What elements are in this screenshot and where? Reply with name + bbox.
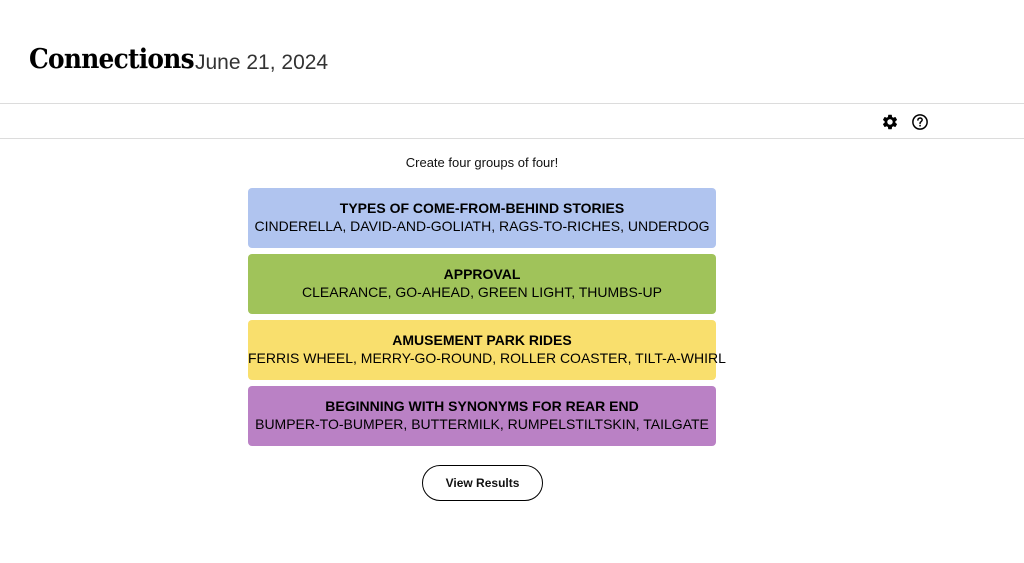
solved-groups: TYPES OF COME-FROM-BEHIND STORIES CINDER…	[248, 188, 726, 452]
gear-icon[interactable]	[881, 113, 899, 131]
group-members: BUMPER-TO-BUMPER, BUTTERMILK, RUMPELSTIL…	[255, 416, 709, 432]
solved-group: TYPES OF COME-FROM-BEHIND STORIES CINDER…	[248, 188, 716, 248]
page-title: Connections	[29, 44, 195, 75]
group-members: CLEARANCE, GO-AHEAD, GREEN LIGHT, THUMBS…	[302, 284, 662, 300]
solved-group: BEGINNING WITH SYNONYMS FOR REAR END BUM…	[248, 386, 716, 446]
view-results-button[interactable]: View Results	[422, 465, 543, 501]
page-header: Connections June 21, 2024	[0, 0, 1024, 104]
toolbar	[0, 104, 1024, 139]
help-icon[interactable]	[911, 113, 929, 131]
group-members: CINDERELLA, DAVID-AND-GOLIATH, RAGS-TO-R…	[254, 218, 710, 234]
group-category-title: APPROVAL	[443, 266, 521, 282]
instructions-text: Create four groups of four!	[405, 155, 559, 170]
solved-group: AMUSEMENT PARK RIDES FERRIS WHEEL, MERRY…	[248, 320, 726, 380]
group-members: FERRIS WHEEL, MERRY-GO-ROUND, ROLLER COA…	[248, 350, 726, 366]
solved-group: APPROVAL CLEARANCE, GO-AHEAD, GREEN LIGH…	[248, 254, 716, 314]
group-category-title: BEGINNING WITH SYNONYMS FOR REAR END	[325, 398, 639, 414]
group-category-title: TYPES OF COME-FROM-BEHIND STORIES	[339, 200, 625, 216]
puzzle-date: June 21, 2024	[195, 51, 329, 74]
group-category-title: AMUSEMENT PARK RIDES	[392, 332, 572, 348]
